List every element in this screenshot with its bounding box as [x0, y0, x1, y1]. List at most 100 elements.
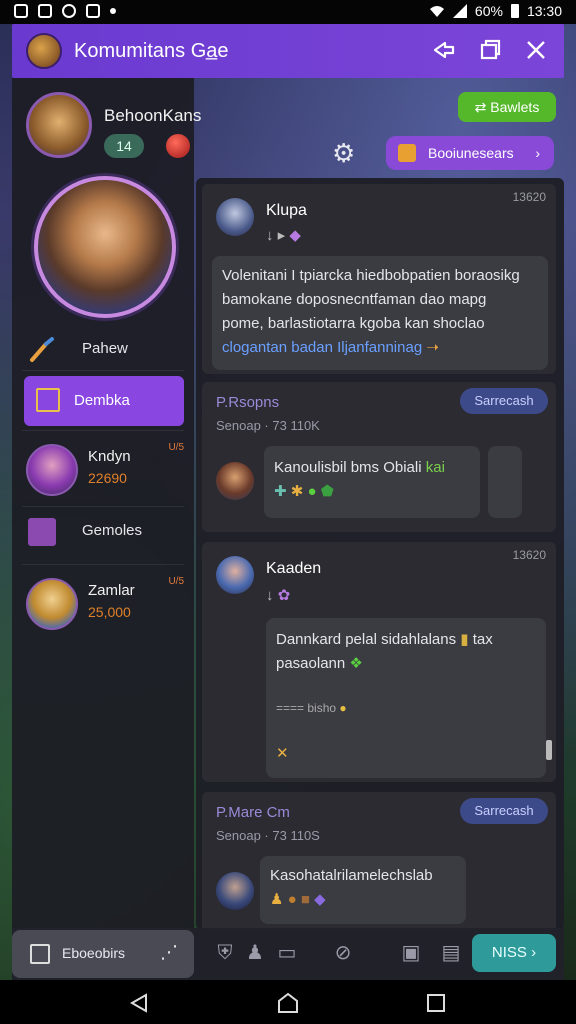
- message-tail: tax: [472, 631, 493, 648]
- system-nav-bar: [0, 980, 576, 1024]
- friend-item[interactable]: Zamlar 25,000 U/5: [12, 572, 194, 642]
- message-mini: ==== bisho: [276, 701, 337, 715]
- gem-icon: ❖: [349, 655, 363, 672]
- tv-icon[interactable]: ▤: [438, 940, 464, 966]
- level-badge: 14: [104, 134, 144, 158]
- system-indicators: 60% 13:30: [429, 3, 562, 19]
- message-bubble: Dannkard pelal sidahlalans ▮ tax pasaola…: [266, 618, 546, 778]
- feed-post: P.Mare Cm Sarrecash Senoap · 73 110S Kas…: [202, 792, 556, 930]
- eboeobirs-button[interactable]: Eboeobirs ⋰: [12, 930, 194, 978]
- post-link[interactable]: clogantan badan Iljanfanninag: [222, 339, 422, 356]
- avatar: [216, 556, 254, 594]
- sidebar-item-label: Gemoles: [82, 522, 143, 539]
- bottom-bar: Eboeobirs ⋰ ⛨ ♟ ▭ ⊘ ▣ ▤ NISS ›: [12, 928, 564, 980]
- next-button[interactable]: NISS ›: [472, 934, 556, 972]
- notification-icon: [14, 4, 28, 18]
- bawlets-icon: ⇄: [474, 99, 491, 115]
- app-header: Komumitans Ga̲e: [12, 24, 564, 78]
- post-line: bamokane doposnecntfaman dao mapg: [222, 291, 487, 308]
- friend-name: Zamlar: [88, 582, 135, 599]
- message-emojis: ✚ ✱ ● ⬟: [274, 480, 470, 504]
- message-bubble-tail: [488, 446, 522, 518]
- person-icon[interactable]: ♟: [242, 940, 268, 966]
- avatar: [216, 462, 254, 500]
- close-icon[interactable]: [522, 37, 550, 65]
- sidebar-item-dembka[interactable]: Dembka: [24, 376, 184, 426]
- map-icon[interactable]: ⊘: [330, 940, 356, 966]
- shield-icon: ⬟: [320, 483, 334, 500]
- arrow-down-icon[interactable]: ↓: [266, 227, 274, 244]
- post-body: Volenitani I tpiarcka hiedbobpatien bora…: [212, 256, 548, 370]
- profile-name: BehoonKans: [104, 106, 202, 125]
- message-emojis: ♟ ● ■ ◆: [270, 888, 456, 912]
- divider: [22, 430, 184, 431]
- chevron-right-icon: ›: [526, 944, 537, 961]
- avatar: [26, 444, 78, 496]
- sidebar-item-label: Dembka: [74, 392, 130, 409]
- post-line: pome, barlastiotarra kgoba kan shoclao: [222, 315, 485, 332]
- booiunesears-button[interactable]: Booiunesears ›: [386, 136, 554, 170]
- character-icon: [28, 518, 56, 546]
- crystal-icon: ✿: [277, 587, 291, 604]
- window-icon[interactable]: [476, 37, 504, 65]
- clipboard-icon[interactable]: ▣: [398, 940, 424, 966]
- potion-icon: ♟: [270, 891, 284, 908]
- left-sidebar: BehoonKans 14 Pahew Dembka Kndyn 22690 U…: [12, 78, 201, 980]
- friend-item[interactable]: Kndyn 22690 U/5: [12, 438, 194, 508]
- app-title: Komumitans Ga̲e: [74, 40, 229, 62]
- booiunesears-label: Booiunesears: [428, 145, 514, 161]
- sidebar-item-label: Pahew: [82, 340, 128, 357]
- plus-icon: ✚: [274, 483, 287, 500]
- hero-portrait[interactable]: [34, 176, 176, 318]
- gear-icon[interactable]: ⚙: [332, 138, 355, 169]
- post-header: P.Mare Cm: [216, 804, 290, 821]
- message-accent: kai: [425, 459, 445, 476]
- gem-icon: ◆: [314, 891, 326, 908]
- scrollbar[interactable]: [546, 740, 552, 760]
- message-text: Kasohatalrilamelechslab: [270, 867, 433, 884]
- feed-post: P.Rsopns Sarrecash Senoap · 73 110K Kano…: [202, 382, 556, 532]
- message-bubble: Kasohatalrilamelechslab ♟ ● ■ ◆: [260, 856, 466, 924]
- next-label: NISS: [491, 944, 527, 961]
- divider: [22, 370, 184, 371]
- more-notifications-icon: [110, 8, 116, 14]
- profile-avatar[interactable]: [26, 92, 92, 158]
- arrow-icon: ➝: [422, 339, 439, 356]
- book-icon: [398, 144, 416, 162]
- arrow-down-icon[interactable]: ↓: [266, 587, 274, 604]
- status-bar: 60% 13:30: [0, 0, 576, 24]
- home-icon[interactable]: [276, 992, 300, 1014]
- paintbrush-icon: [30, 337, 54, 362]
- coin-icon: ●: [287, 891, 297, 908]
- message-line: pasaolann: [276, 655, 346, 672]
- bawlets-label: Bawlets: [490, 99, 540, 115]
- back-icon[interactable]: [128, 992, 150, 1014]
- notification-icon: [38, 4, 52, 18]
- avatar: [216, 872, 254, 910]
- play-icon[interactable]: ▸: [278, 227, 286, 244]
- battery-level: 60%: [474, 3, 503, 19]
- share-icon[interactable]: ⋰: [160, 942, 178, 963]
- sword-icon: ✕: [276, 745, 289, 762]
- share-icon[interactable]: [430, 37, 458, 65]
- notification-icon: [86, 4, 100, 18]
- sidebar-item-gemoles[interactable]: Gemoles: [12, 506, 194, 556]
- divider: [22, 564, 184, 565]
- helmet-icon[interactable]: ⛨: [212, 940, 238, 966]
- notification-icon: [62, 4, 76, 18]
- friend-tag: U/5: [168, 442, 184, 453]
- avatar: [216, 198, 254, 236]
- post-line: Volenitani I tpiarcka hiedbobpatien bora…: [222, 267, 520, 284]
- battery-icon: [510, 4, 519, 18]
- star-icon: ✱: [290, 483, 304, 500]
- status-badge[interactable]: Sarrecash: [460, 388, 548, 414]
- status-badge[interactable]: Sarrecash: [460, 798, 548, 824]
- ruby-icon: [166, 134, 190, 158]
- post-author: Klupa: [266, 202, 307, 219]
- chat-icon[interactable]: ▭: [274, 940, 300, 966]
- recents-icon[interactable]: [426, 993, 446, 1013]
- sidebar-item-paint[interactable]: Pahew: [12, 324, 194, 374]
- tablet-icon: ▮: [460, 631, 469, 648]
- bawlets-button[interactable]: ⇄ Bawlets: [458, 92, 556, 122]
- post-reactions: ↓ ✿: [266, 586, 290, 604]
